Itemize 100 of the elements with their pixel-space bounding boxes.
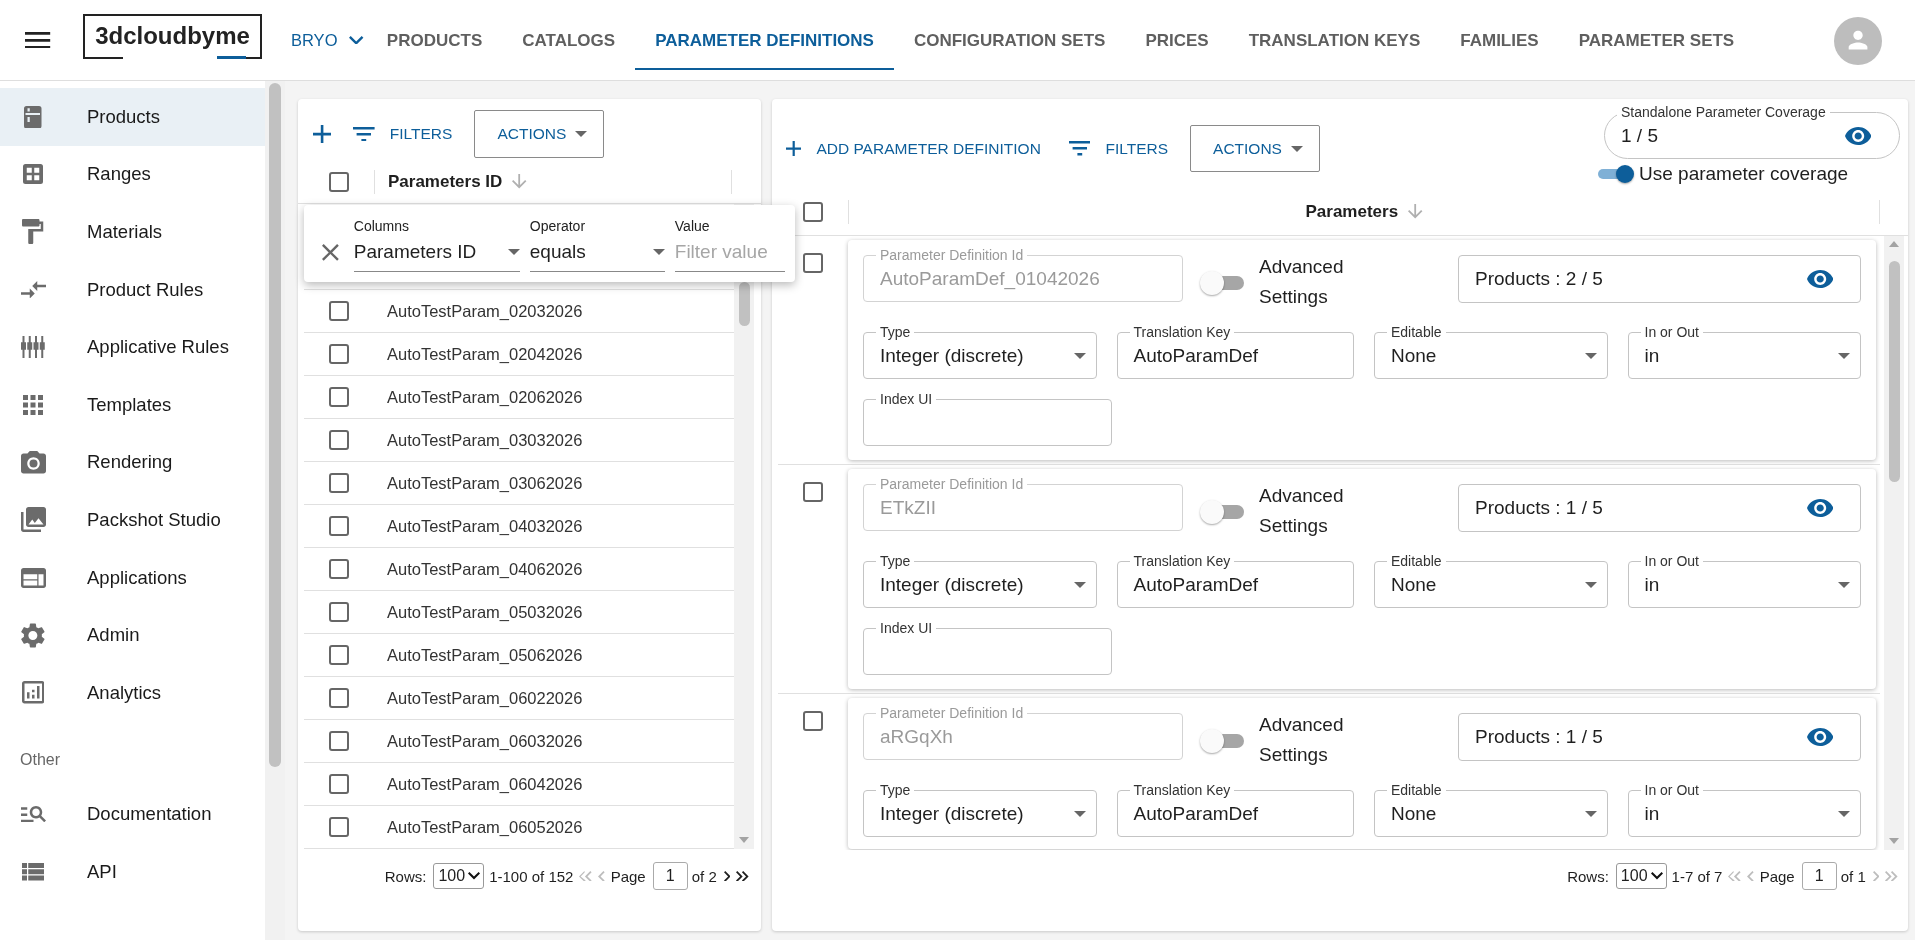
checkbox[interactable] [329,817,349,837]
dropdown-field[interactable]: Editable None [1374,782,1608,837]
dropdown-field[interactable]: Type Integer (discrete) [863,553,1097,608]
eye-icon[interactable] [1806,270,1833,288]
eye-icon[interactable] [1844,127,1871,145]
checkbox[interactable] [803,201,823,222]
sidebar-item[interactable]: Applications [0,548,265,607]
actions-button[interactable]: ACTIONS [1190,125,1320,172]
sidebar-item[interactable]: Templates [0,375,265,434]
toggle-switch[interactable] [1200,271,1244,295]
scrollbar-thumb[interactable] [1888,261,1900,482]
checkbox[interactable] [329,645,349,665]
toggle-label: Advanced Settings [1259,713,1345,767]
sidebar-item[interactable]: Materials [0,203,265,261]
add-button[interactable]: ADD PARAMETER DEFINITION [786,125,1041,172]
text-field[interactable]: Translation Key AutoParamDef [1116,553,1354,608]
dropdown-field[interactable]: Editable None [1374,553,1608,608]
checkbox[interactable] [329,602,349,622]
sidebar-item[interactable]: Admin [0,606,265,664]
field-label: Type [879,553,912,569]
checkbox[interactable] [329,430,349,450]
workspace-dropdown[interactable]: BRYO [291,0,364,80]
dropdown-field[interactable]: Editable None [1374,324,1608,379]
checkbox[interactable] [329,559,349,579]
sidebar-item[interactable]: Analytics [0,663,265,722]
checkbox[interactable] [329,387,349,407]
checkbox[interactable] [803,253,823,273]
caret-icon [1584,582,1597,588]
dropdown-field[interactable]: Type Integer (discrete) [863,324,1097,379]
checkbox[interactable] [803,711,823,731]
nav-tab[interactable]: CATALOGS [502,14,636,70]
sidebar-item[interactable]: Applicative Rules [0,318,265,376]
checkbox[interactable] [329,516,349,536]
dropdown-field[interactable]: Parameters ID [353,240,520,272]
checkbox[interactable] [329,301,349,321]
scrollbar-thumb[interactable] [269,83,281,767]
caret-icon [1838,353,1850,359]
page-size-select[interactable]: 100 [433,863,485,889]
column-header[interactable]: Parameters ID [374,169,732,194]
menu-icon [25,31,51,49]
products-count: Products : 1 / 5 [1475,497,1603,519]
sidebar-item[interactable]: Products [0,88,265,146]
checkbox[interactable] [329,171,349,192]
products-count: Products : 1 / 5 [1475,726,1603,748]
field-label: Index UI [879,620,934,636]
page-size-select[interactable]: 100 [1615,863,1667,889]
dropdown-field[interactable]: Type Integer (discrete) [863,782,1097,837]
double-chevron-right-icon[interactable] [736,870,749,882]
page-field[interactable]: 1 [1801,862,1837,890]
scrollbar-thumb[interactable] [738,282,750,326]
field-label: Type [879,324,912,340]
field-label: Type [879,782,912,798]
eye-icon[interactable] [1806,728,1833,746]
caret-icon [1584,811,1597,817]
sidebar-item[interactable]: API [0,843,265,901]
text-field[interactable]: Translation Key AutoParamDef [1116,324,1354,379]
table-cell-text: AutoTestParam_06032026 [386,731,583,751]
nav-tab[interactable]: PRICES [1125,14,1229,70]
filters-button[interactable]: FILTERS [1068,125,1169,172]
nav-tab[interactable]: PARAMETER SETS [1558,14,1755,70]
table-cell-text: AutoTestParam_03062026 [386,473,583,493]
page-label: Page [1759,867,1795,885]
text-field[interactable]: Index UI [863,391,1112,446]
toggle-switch[interactable] [1200,500,1244,524]
text-field[interactable]: Filter value [674,240,785,272]
coverage-field[interactable]: Standalone Parameter Coverage 1 / 5 [1604,104,1900,159]
nav-tab[interactable]: CONFIGURATION SETS [893,14,1126,70]
checkbox[interactable] [329,731,349,751]
close-icon[interactable] [322,244,339,261]
checkbox[interactable] [329,688,349,708]
sidebar-item[interactable]: Rendering [0,433,265,492]
caret-icon [1290,145,1303,152]
dropdown-field[interactable]: In or Out in [1627,553,1861,608]
nav-tab[interactable]: TRANSLATION KEYS [1228,14,1441,70]
checkbox[interactable] [329,473,349,493]
nav-tab[interactable]: PARAMETER DEFINITIONS [635,14,894,70]
sidebar-item[interactable]: Packshot Studio [0,491,265,549]
checkbox[interactable] [329,774,349,794]
checkbox[interactable] [329,344,349,364]
checkbox[interactable] [803,482,823,502]
actions-button[interactable]: ACTIONS [474,110,605,158]
sidebar-item[interactable]: Documentation [0,785,265,844]
text-field[interactable]: Translation Key AutoParamDef [1116,782,1354,837]
field-label: Editable [1390,782,1443,798]
dropdown-field[interactable]: equals [529,240,665,272]
nav-tab[interactable]: FAMILIES [1440,14,1559,70]
nav-tab[interactable]: PRODUCTS [366,14,503,70]
text-field[interactable]: Index UI [863,620,1112,675]
eye-icon[interactable] [1806,499,1833,517]
chevron-right-icon[interactable] [723,870,731,882]
sidebar-item[interactable]: Ranges [0,145,265,204]
column-header[interactable]: Parameters [1305,201,1423,222]
toggle-switch[interactable] [1598,165,1634,183]
dropdown-field[interactable]: In or Out in [1627,782,1861,837]
filters-button[interactable]: FILTERS [353,110,453,158]
toggle-switch[interactable] [1200,729,1244,753]
dropdown-field[interactable]: In or Out in [1627,324,1861,379]
page-field[interactable]: 1 [652,862,688,890]
sidebar-item[interactable]: Product Rules [0,260,265,319]
rows-label: Rows: [384,867,427,885]
